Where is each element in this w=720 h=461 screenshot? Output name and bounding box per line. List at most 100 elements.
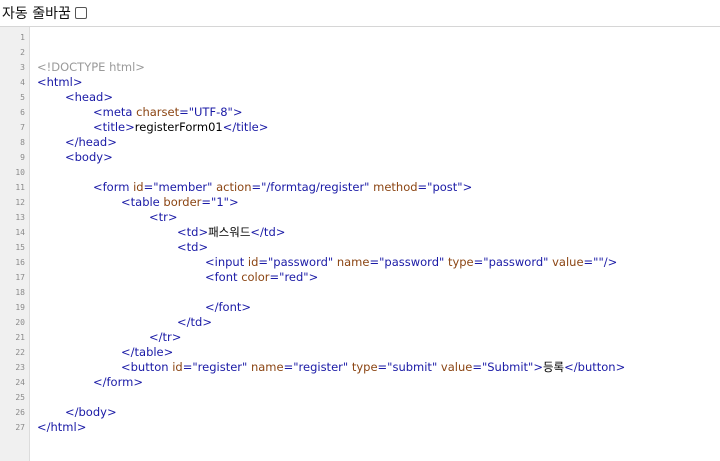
line-number: 2 (20, 48, 25, 57)
code-token: <td> (177, 240, 209, 254)
code-token: <table (121, 195, 164, 209)
code-line: <!DOCTYPE html> (37, 60, 720, 75)
code-token: charset (136, 105, 180, 119)
code-token: ="register" (283, 360, 352, 374)
line-number: 18 (15, 288, 25, 297)
code-token: name (336, 255, 370, 269)
code-line: </td> (37, 315, 720, 330)
line-number: 21 (15, 333, 25, 342)
code-line: <font color="red"> (37, 270, 720, 285)
code-token: 패스워드 (208, 225, 251, 239)
code-token: > (462, 180, 473, 194)
line-number: 19 (15, 303, 25, 312)
code-token: ="post" (417, 180, 463, 194)
line-number: 6 (20, 108, 25, 117)
code-token: </tr> (149, 330, 182, 344)
code-line: <button id="register" name="register" ty… (37, 360, 720, 375)
code-token: </table> (121, 345, 174, 359)
code-token: 등록 (542, 360, 565, 374)
code-token: id (172, 360, 183, 374)
code-token: </font> (205, 300, 252, 314)
line-number: 25 (15, 393, 25, 402)
code-token: type (447, 255, 474, 269)
line-number: 12 (15, 198, 25, 207)
line-number: 17 (15, 273, 25, 282)
code-token: ="UTF-8" (179, 105, 233, 119)
line-number: 5 (20, 93, 25, 102)
line-number: 1 (20, 33, 25, 42)
line-number: 3 (20, 63, 25, 72)
code-line: <td>패스워드</td> (37, 225, 720, 240)
code-line: <tr> (37, 210, 720, 225)
code-token: ="/formtag/register" (251, 180, 374, 194)
line-number: 23 (15, 363, 25, 372)
code-token: </td> (250, 225, 286, 239)
code-line: <input id="password" name="password" typ… (37, 255, 720, 270)
code-token: ="1" (201, 195, 229, 209)
code-line: <html> (37, 75, 720, 90)
line-number: 24 (15, 378, 25, 387)
code-token: <head> (65, 90, 113, 104)
line-number-gutter: 1 2 3 4 5 6 7 8 9 10 11 12 13 14 15 16 17 18 19 20 21 22 23 24 2… (0, 27, 30, 461)
code-token: </title> (222, 120, 269, 134)
code-token: <body> (65, 150, 113, 164)
code-token: value (440, 360, 473, 374)
line-number: 14 (15, 228, 25, 237)
code-line: </form> (37, 375, 720, 390)
code-token: </html> (37, 420, 87, 434)
code-line: </body> (37, 405, 720, 420)
line-number: 15 (15, 243, 25, 252)
line-number: 4 (20, 78, 25, 87)
code-editor[interactable]: 1 2 3 4 5 6 7 8 9 10 11 12 13 14 15 16 17 18 19 20 21 22 23 24 2… (0, 26, 720, 461)
line-number: 16 (15, 258, 25, 267)
code-token: name (250, 360, 284, 374)
code-line: <table border="1"> (37, 195, 720, 210)
code-token: </button> (564, 360, 626, 374)
word-wrap-label: 자동 줄바꿈 (2, 6, 71, 22)
code-token: action (216, 180, 252, 194)
code-token: </form> (93, 375, 143, 389)
code-token: ="password" (258, 255, 337, 269)
code-token: <font (205, 270, 242, 284)
code-line: <title>registerForm01</title> (37, 120, 720, 135)
code-token: ="" (583, 255, 604, 269)
line-number: 7 (20, 123, 25, 132)
code-token: registerForm01 (134, 120, 223, 134)
code-token: <title> (93, 120, 135, 134)
word-wrap-checkbox[interactable] (74, 7, 87, 19)
line-number: 13 (15, 213, 25, 222)
line-number: 26 (15, 408, 25, 417)
toolbar: 자동 줄바꿈 (0, 0, 720, 26)
code-token: ="register" (182, 360, 251, 374)
code-token: <tr> (149, 210, 178, 224)
code-token: ="password" (369, 255, 448, 269)
code-line: </tr> (37, 330, 720, 345)
code-token: border (163, 195, 202, 209)
code-token: <!DOCTYPE html> (37, 60, 145, 74)
code-area[interactable]: <!DOCTYPE html> <html> <head> <meta charset… (30, 27, 720, 461)
code-token: <meta (93, 105, 137, 119)
code-token: ="password" (473, 255, 553, 269)
code-token: > (228, 195, 239, 209)
line-number: 8 (20, 138, 25, 147)
code-token: > (308, 270, 319, 284)
code-token: ="Submit" (472, 360, 534, 374)
code-token: color (241, 270, 270, 284)
code-line: </font> (37, 300, 720, 315)
code-token: <form (93, 180, 134, 194)
code-line: </html> (37, 420, 720, 435)
code-line: </table> (37, 345, 720, 360)
code-token: <input (205, 255, 248, 269)
code-token: value (552, 255, 584, 269)
code-token: type (351, 360, 378, 374)
line-number: 11 (15, 183, 25, 192)
code-line: <form id="member" action="/formtag/regis… (37, 180, 720, 195)
code-token: <html> (37, 75, 83, 89)
code-token: id (247, 255, 259, 269)
code-token: </td> (177, 315, 212, 329)
code-line: <td> (37, 240, 720, 255)
code-token: method (373, 180, 418, 194)
